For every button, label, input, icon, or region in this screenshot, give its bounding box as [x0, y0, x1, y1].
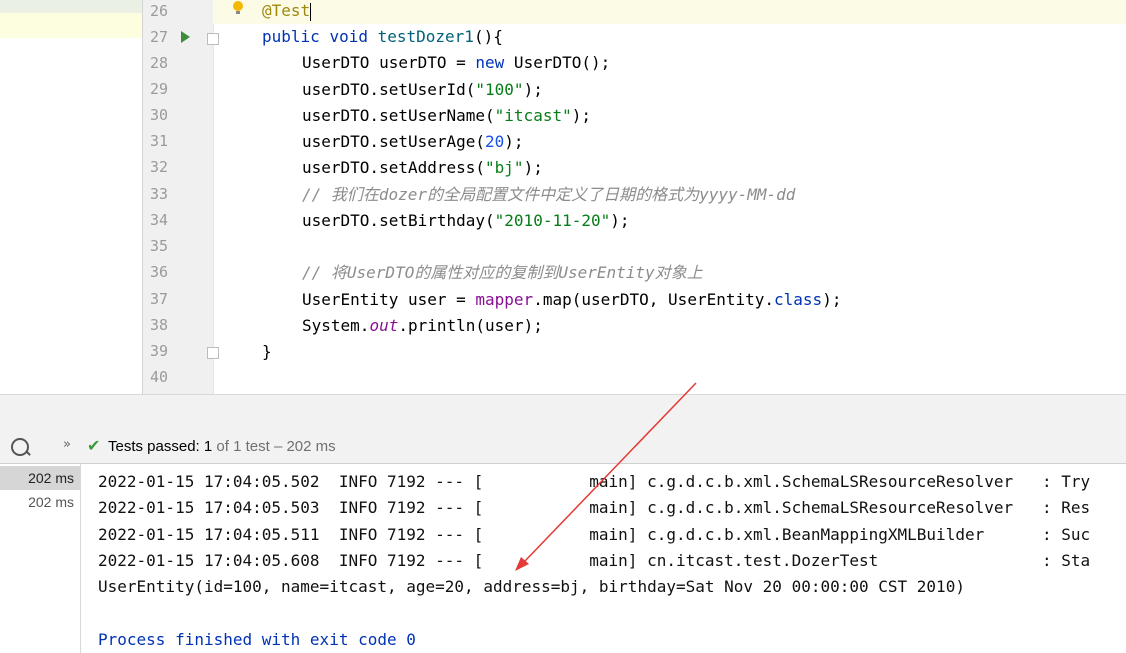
code-comment[interactable]: // 将UserDTO的属性对应的复制到UserEntity对象上	[302, 260, 703, 286]
line-number: 39	[150, 342, 169, 360]
test-tree-row[interactable]: 202 ms	[0, 490, 80, 514]
code-line-34[interactable]: userDTO.setBirthday("2010-11-20");	[302, 208, 630, 234]
panel-divider[interactable]	[0, 394, 1126, 430]
row-highlight	[0, 0, 142, 13]
check-icon: ✔	[87, 436, 101, 455]
test-tree-row[interactable]: 202 ms	[0, 466, 80, 490]
line-number: 29	[150, 80, 169, 98]
code-comment[interactable]: // 我们在dozer的全局配置文件中定义了日期的格式为yyyy-MM-dd	[302, 182, 795, 208]
run-test-icon[interactable]	[181, 31, 190, 43]
code-editor[interactable]: 26 27 28 29 30 31 32 33 34 35 36 37 38 3…	[0, 0, 1126, 394]
line-number: 27	[150, 28, 169, 46]
code-line-30[interactable]: userDTO.setUserName("itcast");	[302, 103, 591, 129]
console-line: 2022-01-15 17:04:05.511 INFO 7192 --- [ …	[98, 525, 1091, 544]
editor-left-area	[0, 0, 142, 394]
fold-marker-icon[interactable]	[207, 33, 219, 45]
row-highlight	[0, 13, 142, 38]
console-output[interactable]: 2022-01-15 17:04:05.502 INFO 7192 --- [ …	[81, 464, 1126, 653]
line-number: 28	[150, 54, 169, 72]
expand-chevron-icon[interactable]: »	[63, 437, 71, 452]
line-number: 38	[150, 316, 169, 334]
code-line-27[interactable]: public void testDozer1(){	[262, 24, 503, 50]
code-line-26[interactable]: @Test	[262, 0, 312, 24]
console-line: 2022-01-15 17:04:05.608 INFO 7192 --- [ …	[98, 551, 1091, 570]
line-number: 36	[150, 263, 169, 281]
lightbulb-icon[interactable]	[231, 0, 245, 16]
code-line-31[interactable]: userDTO.setUserAge(20);	[302, 129, 524, 155]
code-line-32[interactable]: userDTO.setAddress("bj");	[302, 155, 543, 181]
line-number: 34	[150, 211, 169, 229]
line-number: 37	[150, 290, 169, 308]
code-line-28[interactable]: UserDTO userDTO = new UserDTO();	[302, 50, 610, 76]
test-tree[interactable]: 202 ms 202 ms	[0, 464, 81, 653]
fold-marker-icon[interactable]	[207, 347, 219, 359]
line-number: 30	[150, 106, 169, 124]
code-line-37[interactable]: UserEntity user = mapper.map(userDTO, Us…	[302, 287, 841, 313]
process-exit-line: Process finished with exit code 0	[98, 630, 416, 649]
line-number: 26	[150, 2, 169, 20]
test-history-icon[interactable]	[11, 438, 29, 456]
line-number: 40	[150, 368, 169, 386]
console-line: UserEntity(id=100, name=itcast, age=20, …	[98, 577, 965, 596]
line-number: 33	[150, 185, 169, 203]
line-number: 35	[150, 237, 169, 255]
line-number: 31	[150, 132, 169, 150]
current-line-highlight	[213, 0, 1126, 24]
console-line: 2022-01-15 17:04:05.502 INFO 7192 --- [ …	[98, 472, 1091, 491]
console-line: 2022-01-15 17:04:05.503 INFO 7192 --- [ …	[98, 498, 1091, 517]
line-number: 32	[150, 158, 169, 176]
code-line-39[interactable]: }	[262, 339, 272, 365]
test-status: Tests passed: 1 of 1 test – 202 ms	[108, 438, 336, 455]
code-line-38[interactable]: System.out.println(user);	[302, 313, 543, 339]
code-line-29[interactable]: userDTO.setUserId("100");	[302, 77, 543, 103]
